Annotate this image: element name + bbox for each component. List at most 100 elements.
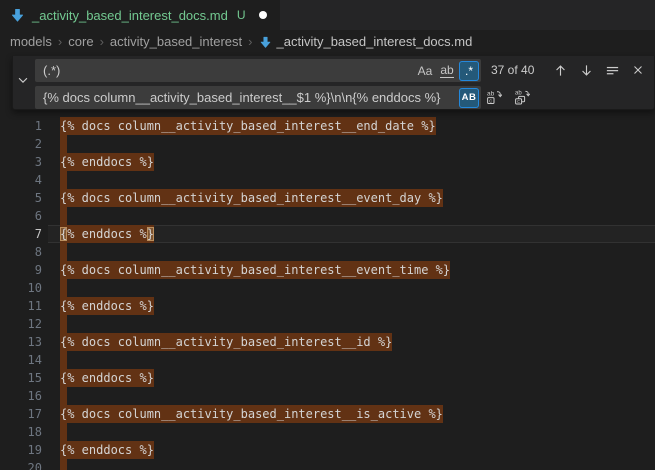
code-text: {% enddocs %}	[60, 225, 154, 243]
breadcrumb-item[interactable]: models	[10, 34, 52, 49]
replace-input-value: {% docs column__activity_based_interest_…	[35, 90, 459, 105]
code-text: {% docs column__activity_based_interest_…	[60, 189, 443, 207]
find-match-highlight	[60, 423, 67, 441]
tab-filename: _activity_based_interest_docs.md	[32, 8, 228, 23]
svg-text:c: c	[489, 98, 492, 104]
code-line[interactable]: 15 {% enddocs %}	[0, 369, 655, 387]
next-match-button[interactable]	[575, 59, 597, 81]
replace-input[interactable]: {% docs column__activity_based_interest_…	[35, 86, 481, 109]
tab-active-file[interactable]: _activity_based_interest_docs.md U	[0, 0, 280, 30]
vscode-editor-window: _activity_based_interest_docs.md U model…	[0, 0, 655, 470]
whole-word-toggle[interactable]: ab	[437, 61, 457, 81]
line-number: 11	[0, 297, 42, 315]
line-number: 5	[0, 189, 42, 207]
replace-all-button[interactable]: ab c	[511, 86, 533, 108]
code-line[interactable]: 18	[0, 423, 655, 441]
previous-match-button[interactable]	[549, 59, 571, 81]
code-line[interactable]: 4	[0, 171, 655, 189]
find-match-highlight: {% enddocs %}	[60, 225, 154, 243]
code-line[interactable]: 11 {% enddocs %}	[0, 297, 655, 315]
toggle-replace-button[interactable]	[13, 56, 33, 108]
match-case-toggle[interactable]: Aa	[415, 61, 435, 81]
code-text: {% docs column__activity_based_interest_…	[60, 333, 392, 351]
line-number: 2	[0, 135, 42, 153]
line-number: 20	[0, 459, 42, 470]
code-line[interactable]: 3{% enddocs %}	[0, 153, 655, 171]
code-text: {% enddocs %}	[60, 441, 154, 459]
find-in-selection-button[interactable]	[601, 59, 623, 81]
find-match-highlight	[60, 315, 67, 333]
code-line[interactable]: 20	[0, 459, 655, 470]
line-number: 12	[0, 315, 42, 333]
selection-lines-icon	[605, 63, 620, 78]
find-match-highlight: {% docs column__activity_based_interest_…	[60, 117, 436, 135]
find-match-highlight: {% enddocs %}	[60, 441, 154, 459]
breadcrumb: models›core›activity_based_interest› _ac…	[0, 30, 655, 52]
find-replace-widget: (.*) Aa ab .* 37 of 40	[12, 56, 655, 110]
line-number: 10	[0, 279, 42, 297]
modified-dot-icon[interactable]	[259, 11, 267, 19]
bracket-match-highlight: }	[147, 227, 154, 241]
find-match-highlight: {% docs column__activity_based_interest_…	[60, 261, 450, 279]
code-line[interactable]: 6	[0, 207, 655, 225]
breadcrumb-file-icon	[259, 36, 272, 49]
arrow-up-icon	[553, 63, 568, 78]
code-line[interactable]: 9{% docs column__activity_based_interest…	[0, 261, 655, 279]
breadcrumb-separator: ›	[248, 34, 252, 49]
find-match-highlight	[60, 279, 67, 297]
code-area[interactable]: 1{% docs column__activity_based_interest…	[0, 52, 655, 470]
code-line[interactable]: 19{% enddocs %}	[0, 441, 655, 459]
bracket-match-highlight: {	[60, 227, 67, 241]
find-match-highlight: {% docs column__activity_based_interest_…	[60, 333, 392, 351]
find-match-highlight: {% docs column__activity_based_interest_…	[60, 189, 443, 207]
code-line[interactable]: 10	[0, 279, 655, 297]
code-line[interactable]: 5 {% docs column__activity_based_interest…	[0, 189, 655, 207]
markdown-file-icon	[10, 8, 25, 23]
find-match-highlight: {% enddocs %}	[60, 153, 154, 171]
find-input[interactable]: (.*) Aa ab .*	[35, 59, 481, 82]
code-line[interactable]: 8	[0, 243, 655, 261]
find-match-highlight	[60, 351, 67, 369]
code-text	[60, 459, 67, 470]
breadcrumb-item-file[interactable]: _activity_based_interest_docs.md	[277, 34, 473, 49]
line-number: 6	[0, 207, 42, 225]
line-number: 18	[0, 423, 42, 441]
code-text: {% docs column__activity_based_interest_…	[60, 261, 450, 279]
code-line[interactable]: 2	[0, 135, 655, 153]
line-number: 15	[0, 369, 42, 387]
replace-all-icon: ab c	[514, 89, 530, 105]
find-match-highlight: {% docs column__activity_based_interest_…	[60, 405, 443, 423]
line-number: 14	[0, 351, 42, 369]
code-text: {% enddocs %}	[60, 153, 154, 171]
chevron-down-icon	[16, 73, 30, 92]
tab-bar: _activity_based_interest_docs.md U	[0, 0, 655, 30]
code-line[interactable]: 1{% docs column__activity_based_interest…	[0, 117, 655, 135]
code-text: {% enddocs %}	[60, 369, 154, 387]
arrow-down-icon	[579, 63, 594, 78]
find-match-highlight: {% enddocs %}	[60, 369, 154, 387]
breadcrumb-item[interactable]: activity_based_interest	[110, 34, 242, 49]
line-number: 4	[0, 171, 42, 189]
code-line[interactable]: 14	[0, 351, 655, 369]
code-line[interactable]: 16	[0, 387, 655, 405]
code-line[interactable]: 13{% docs column__activity_based_interes…	[0, 333, 655, 351]
code-line[interactable]: 7{% enddocs %}	[0, 225, 655, 243]
find-match-highlight: {% enddocs %}	[60, 297, 154, 315]
code-text: {% enddocs %}	[60, 297, 154, 315]
code-text: {% docs column__activity_based_interest_…	[60, 405, 443, 423]
preserve-case-toggle[interactable]: AB	[459, 88, 479, 108]
breadcrumb-item[interactable]: core	[68, 34, 93, 49]
find-input-value: (.*)	[35, 63, 415, 78]
replace-icon: ab c	[486, 89, 502, 105]
replace-button[interactable]: ab c	[483, 86, 505, 108]
find-match-highlight	[60, 207, 67, 225]
find-match-highlight	[60, 459, 67, 470]
match-results-count: 37 of 40	[491, 59, 534, 82]
regex-toggle[interactable]: .*	[459, 61, 479, 81]
code-line[interactable]: 12	[0, 315, 655, 333]
close-icon	[631, 63, 645, 77]
find-match-highlight	[60, 243, 67, 261]
close-find-button[interactable]	[627, 59, 649, 81]
code-line[interactable]: 17{% docs column__activity_based_interes…	[0, 405, 655, 423]
svg-text:ab: ab	[515, 91, 522, 97]
